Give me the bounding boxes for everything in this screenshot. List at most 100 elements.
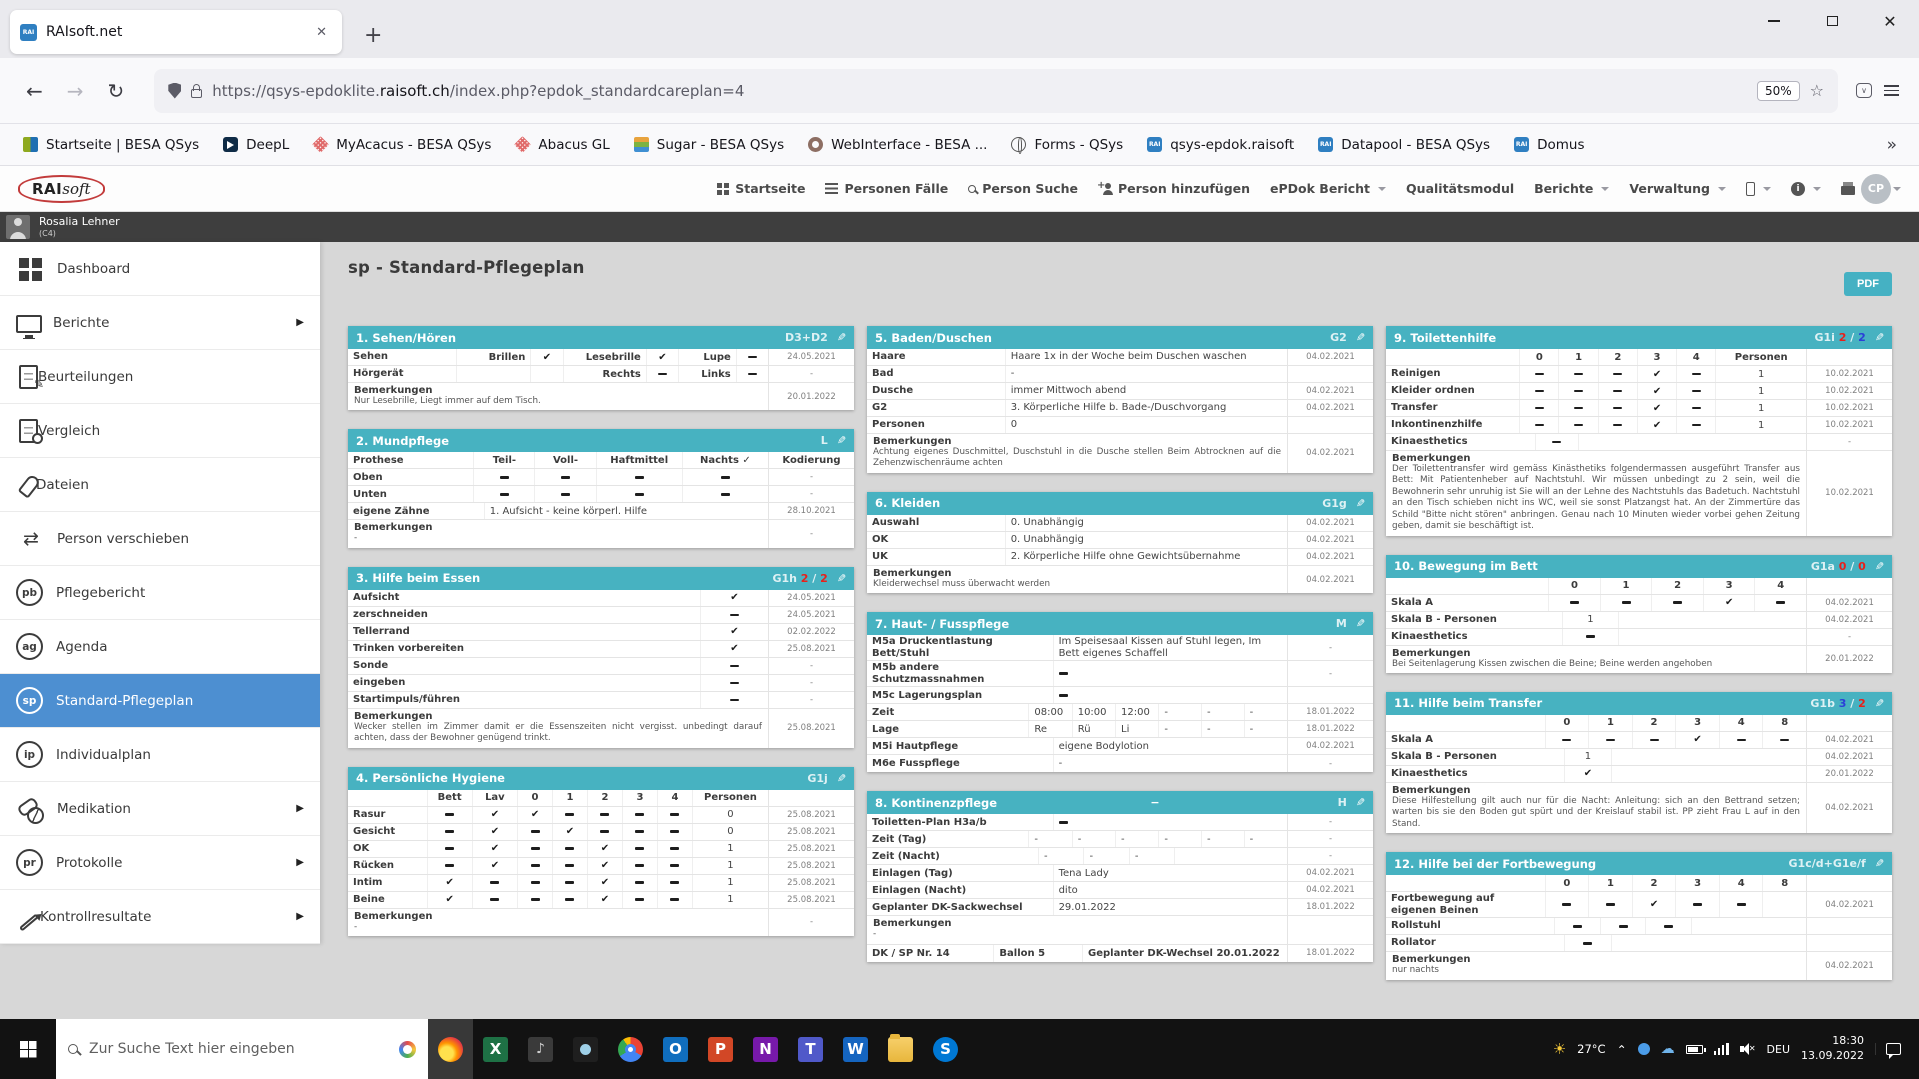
lock-icon[interactable] bbox=[191, 83, 203, 98]
window-maximize-button[interactable] bbox=[1803, 0, 1861, 42]
bookmark-item-forms-qsys[interactable]: Forms - QSys bbox=[1002, 132, 1132, 158]
edit-pencil-icon[interactable]: ✎ bbox=[837, 572, 846, 585]
action-center-button[interactable] bbox=[1875, 1043, 1911, 1059]
weather-sun-icon[interactable]: ☀ bbox=[1553, 1040, 1566, 1058]
edit-pencil-icon[interactable]: ✎ bbox=[837, 434, 846, 447]
taskbar-search[interactable]: Zur Suche Text hier eingeben bbox=[56, 1019, 428, 1079]
bookmarks-overflow-icon[interactable]: » bbox=[1879, 135, 1905, 155]
bookmark-item-webinterface-besa[interactable]: WebInterface - BESA ... bbox=[799, 132, 996, 158]
taskbar-app-onenote[interactable]: N bbox=[743, 1019, 788, 1079]
sidebar-item-pflegebericht[interactable]: pb Pflegebericht bbox=[0, 566, 320, 620]
taskbar-app-camera[interactable] bbox=[563, 1019, 608, 1079]
window-minimize-button[interactable] bbox=[1745, 0, 1803, 42]
temperature[interactable]: 27°C bbox=[1577, 1042, 1605, 1056]
sidebar-item-person-verschieben[interactable]: ⇄ Person verschieben bbox=[0, 512, 320, 566]
bookmark-item-deepl[interactable]: DeepL bbox=[214, 132, 298, 158]
sidebar-item-vergleich[interactable]: Vergleich bbox=[0, 404, 320, 458]
bookmark-item-datapool-besa-qsys[interactable]: Datapool - BESA QSys bbox=[1309, 132, 1499, 158]
card-code: G1h 2 / 2 bbox=[772, 572, 827, 585]
nav-item-startseite[interactable]: Startseite bbox=[717, 181, 805, 196]
edit-pencil-icon[interactable]: ✎ bbox=[1356, 497, 1365, 510]
sidebar-item-protokolle[interactable]: pr Protokolle ▶ bbox=[0, 836, 320, 890]
taskbar-app-outlook[interactable]: O bbox=[653, 1019, 698, 1079]
reload-button[interactable]: ↻ bbox=[96, 73, 137, 109]
new-tab-button[interactable]: + bbox=[356, 23, 390, 48]
pocket-icon[interactable]: ∨ bbox=[1856, 83, 1872, 98]
edit-pencil-icon[interactable]: ✎ bbox=[1875, 560, 1884, 573]
zoom-level-badge[interactable]: 50% bbox=[1756, 80, 1800, 101]
nav-item-qualitätsmodul[interactable]: Qualitätsmodul bbox=[1406, 181, 1514, 196]
taskbar-app-excel[interactable]: X bbox=[473, 1019, 518, 1079]
sidebar-item-berichte[interactable]: Berichte ▶ bbox=[0, 296, 320, 350]
sidebar-item-standard-pflegeplan[interactable]: sp Standard-Pflegeplan bbox=[0, 674, 320, 728]
toolbar-device-button[interactable] bbox=[1746, 181, 1771, 196]
bookmark-star-icon[interactable]: ☆ bbox=[1810, 81, 1824, 100]
nav-item-personen-fälle[interactable]: Personen Fälle bbox=[825, 181, 948, 196]
taskbar-app-explorer[interactable] bbox=[878, 1019, 923, 1079]
edit-pencil-icon[interactable]: ✎ bbox=[1356, 331, 1365, 344]
bookmark-item-startseite-besa-qsys[interactable]: Startseite | BESA QSys bbox=[14, 132, 208, 158]
bookmark-item-myacacus-besa-qsys[interactable]: MyAcacus - BESA QSys bbox=[304, 132, 500, 158]
column-header: 3 bbox=[1636, 349, 1676, 365]
thermo-icon bbox=[18, 913, 40, 931]
edit-pencil-icon[interactable]: ✎ bbox=[1875, 697, 1884, 710]
bookmark-item-domus[interactable]: Domus bbox=[1505, 132, 1593, 158]
nav-item-berichte[interactable]: Berichte bbox=[1534, 181, 1610, 196]
nav-item-person-suche[interactable]: Person Suche bbox=[968, 181, 1078, 196]
forward-button[interactable]: → bbox=[55, 73, 96, 109]
tab-close-icon[interactable]: ✕ bbox=[311, 22, 332, 43]
battery-icon[interactable] bbox=[1685, 1044, 1706, 1054]
taskbar-app-firefox[interactable] bbox=[428, 1019, 473, 1079]
start-button[interactable] bbox=[0, 1019, 56, 1079]
date-cell: 25.08.2021 bbox=[768, 840, 854, 857]
bookmark-item-qsys-epdok-raisoft[interactable]: qsys-epdok.raisoft bbox=[1138, 132, 1303, 158]
edit-pencil-icon[interactable]: ✎ bbox=[1875, 331, 1884, 344]
network-icon[interactable] bbox=[1713, 1043, 1729, 1055]
nav-item-verwaltung[interactable]: Verwaltung bbox=[1629, 181, 1726, 196]
edit-pencil-icon[interactable]: ✎ bbox=[837, 772, 846, 785]
tray-expand-icon[interactable]: ⌃ bbox=[1617, 1043, 1627, 1057]
nav-item-person-hinzufügen[interactable]: Person hinzufügen bbox=[1097, 180, 1250, 197]
sidebar-item-agenda[interactable]: ag Agenda bbox=[0, 620, 320, 674]
taskbar-app-word[interactable]: W bbox=[833, 1019, 878, 1079]
back-button[interactable]: ← bbox=[14, 73, 55, 109]
taskbar-app-chrome[interactable] bbox=[608, 1019, 653, 1079]
teams-status-icon[interactable] bbox=[1637, 1043, 1650, 1055]
toolbar-printer-button[interactable] bbox=[1841, 182, 1855, 195]
toolbar-info-button[interactable]: i bbox=[1791, 181, 1821, 196]
edit-pencil-icon[interactable]: ✎ bbox=[1875, 857, 1884, 870]
menu-icon[interactable] bbox=[1884, 84, 1899, 97]
sidebar-item-dashboard[interactable]: Dashboard bbox=[0, 242, 320, 296]
volume-muted-icon[interactable]: ✕ bbox=[1739, 1043, 1756, 1055]
bookmark-item-sugar-besa-qsys[interactable]: Sugar - BESA QSys bbox=[625, 132, 793, 158]
user-avatar[interactable]: CP bbox=[1861, 173, 1891, 204]
nav-item-epdok-bericht[interactable]: ePDok Bericht bbox=[1270, 181, 1387, 196]
sidebar-item-medikation[interactable]: Medikation ▶ bbox=[0, 782, 320, 836]
edit-pencil-icon[interactable]: ✎ bbox=[1356, 617, 1365, 630]
edit-pencil-icon[interactable]: ✎ bbox=[837, 331, 846, 344]
url-bar[interactable]: https://qsys-epdoklite.raisoft.ch/index.… bbox=[154, 68, 1838, 113]
taskbar-app-audio[interactable]: ♪ bbox=[518, 1019, 563, 1079]
date-cell bbox=[1806, 918, 1892, 935]
taskbar-app-skype[interactable]: S bbox=[923, 1019, 968, 1079]
pdf-button[interactable]: PDF bbox=[1844, 272, 1892, 296]
edit-pencil-icon[interactable]: ✎ bbox=[1356, 796, 1365, 809]
system-tray: ☀ 27°C ⌃ ☁ ✕ DEU 18:30 13.09.2022 bbox=[1545, 1019, 1919, 1079]
shield-icon[interactable] bbox=[168, 82, 182, 99]
raisoft-logo[interactable]: RAIsoft bbox=[18, 174, 105, 203]
dash-glyph bbox=[499, 493, 509, 496]
sidebar-item-individualplan[interactable]: ip Individualplan bbox=[0, 728, 320, 782]
browser-tab[interactable]: RAI RAIsoft.net ✕ bbox=[10, 10, 342, 54]
dash-glyph bbox=[1736, 738, 1746, 742]
sidebar-item-dateien[interactable]: Dateien bbox=[0, 458, 320, 512]
taskbar-app-powerpoint[interactable]: P bbox=[698, 1019, 743, 1079]
bookmark-item-abacus-gl[interactable]: Abacus GL bbox=[506, 132, 618, 158]
window-close-button[interactable]: ✕ bbox=[1861, 0, 1919, 42]
remarks-cell: Bemerkungen Kleiderwechsel muss überwacht… bbox=[867, 566, 1287, 593]
sidebar-item-kontrollresultate[interactable]: Kontrollresultate ▶ bbox=[0, 890, 320, 944]
sidebar-item-beurteilungen[interactable]: Beurteilungen bbox=[0, 350, 320, 404]
clock[interactable]: 18:30 13.09.2022 bbox=[1801, 1034, 1864, 1064]
taskbar-app-teams[interactable]: T bbox=[788, 1019, 833, 1079]
keyboard-language[interactable]: DEU bbox=[1767, 1043, 1790, 1056]
onedrive-icon[interactable]: ☁ bbox=[1661, 1041, 1675, 1057]
